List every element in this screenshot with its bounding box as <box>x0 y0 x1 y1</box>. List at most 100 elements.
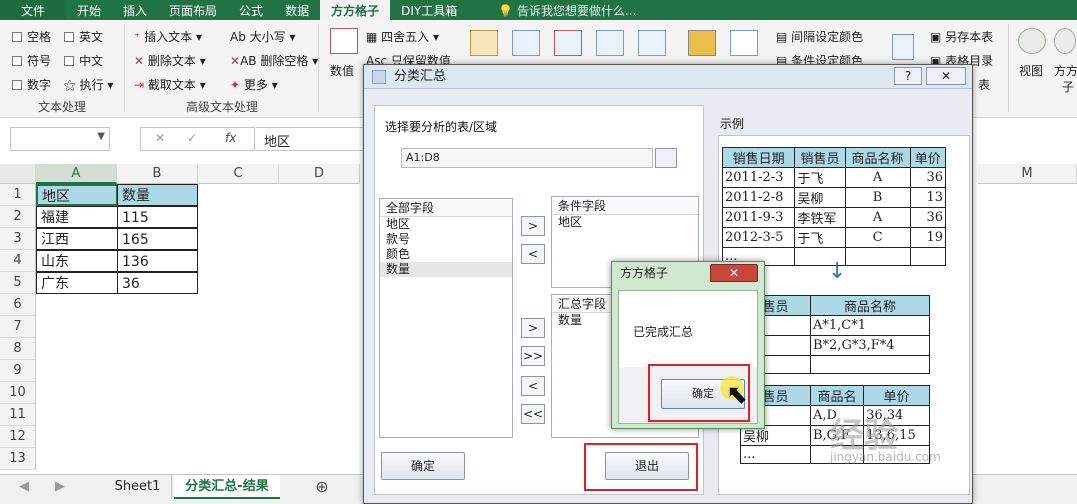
scroll-left-icon[interactable]: ◀ <box>14 475 34 499</box>
sheet-tab-sheet1[interactable]: Sheet1 <box>104 475 172 499</box>
column-header-m[interactable]: M <box>978 164 1077 184</box>
delete-space-icon: ✕ <box>230 54 241 68</box>
list-item[interactable]: 颜色 <box>380 247 512 262</box>
ffgz-button[interactable]: 方方 <box>1054 62 1077 79</box>
refresh-table-icon[interactable] <box>596 30 624 56</box>
number-button[interactable]: 数值 <box>330 62 354 79</box>
row-header-10[interactable]: 10 <box>0 382 36 404</box>
formula-input[interactable]: 地区 <box>256 127 366 151</box>
confirm-button[interactable]: 确定 <box>381 452 465 480</box>
sort-az-icon[interactable] <box>730 30 758 56</box>
more-button[interactable]: ✦ 更多 ▾ <box>230 76 278 93</box>
all-fields-list[interactable]: 全部字段 地区 款号 颜色 数量 <box>379 198 513 438</box>
cancel-icon[interactable]: ✕ <box>155 131 165 145</box>
check-chinese[interactable]: 中文 <box>64 52 103 69</box>
tab-insert[interactable]: 插入 <box>112 0 158 20</box>
round-button[interactable]: ▦ 四舍五入 ▾ <box>366 28 439 45</box>
arrow-down-icon: ↓ <box>828 259 847 284</box>
view-icon[interactable] <box>1018 28 1046 54</box>
tab-home[interactable]: 开始 <box>66 0 112 20</box>
delete-table-icon[interactable] <box>554 30 582 56</box>
add-sheet-icon[interactable]: ⊕ <box>310 475 334 499</box>
row-header-7[interactable]: 7 <box>0 316 36 338</box>
check-english[interactable]: 英文 <box>64 28 103 45</box>
number-icon[interactable] <box>330 28 358 54</box>
row-header-13[interactable]: 13 <box>0 448 36 470</box>
tab-formulas[interactable]: 公式 <box>228 0 274 20</box>
table-cell[interactable]: 115 <box>117 206 198 228</box>
fx-icon[interactable]: fx <box>225 131 236 145</box>
color-grid-icon[interactable] <box>688 30 716 56</box>
tab-data[interactable]: 数据 <box>274 0 320 20</box>
list-item[interactable]: 数量 <box>380 262 512 277</box>
sheet-tab-result[interactable]: 分类汇总-结果 <box>174 475 280 499</box>
table-button[interactable]: 表 <box>978 76 990 93</box>
row-header-6[interactable]: 6 <box>0 294 36 316</box>
table-cell[interactable]: 36 <box>117 272 198 294</box>
row-header-9[interactable]: 9 <box>0 360 36 382</box>
delete-text-button[interactable]: ✕ 删除文本 ▾ <box>134 52 206 69</box>
add-all-sum-button[interactable]: >> <box>521 346 545 366</box>
paste-icon[interactable] <box>470 30 498 56</box>
help-button[interactable]: ? <box>894 67 922 85</box>
name-box[interactable]: ▼ <box>10 127 110 151</box>
close-icon[interactable]: ✕ <box>926 67 966 85</box>
column-header-c[interactable]: C <box>198 164 279 184</box>
remove-sum-button[interactable]: < <box>521 376 545 396</box>
remove-all-sum-button[interactable]: << <box>521 404 545 424</box>
table-cell[interactable]: 山东 <box>36 250 118 272</box>
view-button[interactable]: 视图 <box>1019 62 1043 79</box>
range-label: 选择要分析的表/区域 <box>385 120 498 134</box>
check-space[interactable]: 空格 <box>12 28 51 45</box>
row-header-11[interactable]: 11 <box>0 404 36 426</box>
delete-space-button[interactable]: ✕AB 删除空格 ▾ <box>230 52 318 69</box>
row-header-4[interactable]: 4 <box>0 250 36 272</box>
table-cell[interactable]: 江西 <box>36 228 118 250</box>
table-cell[interactable]: 广东 <box>36 272 118 294</box>
save-copy-button[interactable]: ▣ 另存本表 <box>930 28 993 45</box>
table-cell[interactable]: 福建 <box>36 206 118 228</box>
list-item[interactable]: 地区 <box>380 217 512 232</box>
confirm-icon[interactable]: ✓ <box>187 131 197 145</box>
table-cell[interactable]: 165 <box>117 228 198 250</box>
case-button[interactable]: Ab 大小写 ▾ <box>230 28 296 45</box>
cell-b1[interactable]: 数量 <box>117 184 198 206</box>
move-right-button[interactable]: > <box>521 216 545 236</box>
move-left-button[interactable]: < <box>521 244 545 264</box>
range-input[interactable]: A1:D8 <box>401 148 653 168</box>
tab-diy-toolbox[interactable]: DIY工具箱 <box>390 0 468 20</box>
table-icon[interactable] <box>512 30 540 56</box>
scroll-right-icon[interactable]: ▶ <box>50 475 70 499</box>
table-cell[interactable]: 136 <box>117 250 198 272</box>
check-number[interactable]: 数字 <box>12 76 51 93</box>
list-item[interactable]: 地区 <box>552 215 698 230</box>
insert-text-button[interactable]: ⁺ 插入文本 ▾ <box>134 28 202 45</box>
row-header-2[interactable]: 2 <box>0 206 36 228</box>
select-all-corner[interactable] <box>0 164 36 184</box>
extract-text-button[interactable]: ⇥ 截取文本 ▾ <box>134 76 206 93</box>
cell-a1[interactable]: 地区 <box>36 184 118 206</box>
check-symbol[interactable]: 符号 <box>12 52 51 69</box>
execute-button[interactable]: ⚝ 执行 ▾ <box>64 76 113 93</box>
close-icon[interactable]: ✕ <box>710 264 758 282</box>
tell-me-search[interactable]: 💡 告诉我您想要做什么... <box>468 0 636 20</box>
tab-file[interactable]: 文件 <box>0 0 66 20</box>
find-table-icon[interactable] <box>638 30 666 56</box>
list-item[interactable]: 款号 <box>380 232 512 247</box>
ffgz-icon[interactable] <box>1054 28 1076 54</box>
column-header-a[interactable]: A <box>36 164 117 184</box>
tab-page-layout[interactable]: 页面布局 <box>158 0 228 20</box>
row-header-5[interactable]: 5 <box>0 272 36 294</box>
row-header-3[interactable]: 3 <box>0 228 36 250</box>
row-header-8[interactable]: 8 <box>0 338 36 360</box>
range-picker-icon[interactable] <box>655 148 677 168</box>
tab-ffgz[interactable]: 方方格子 <box>320 0 391 20</box>
row-header-12[interactable]: 12 <box>0 426 36 448</box>
add-sum-button[interactable]: > <box>521 318 545 338</box>
interval-color-button[interactable]: ▤ 间隔设定颜色 <box>776 28 863 45</box>
row-header-1[interactable]: 1 <box>0 184 36 206</box>
column-header-b[interactable]: B <box>117 164 198 184</box>
column-header-d[interactable]: D <box>279 164 360 184</box>
structure-icon[interactable] <box>892 34 914 60</box>
table-cell: 13 <box>909 187 947 208</box>
